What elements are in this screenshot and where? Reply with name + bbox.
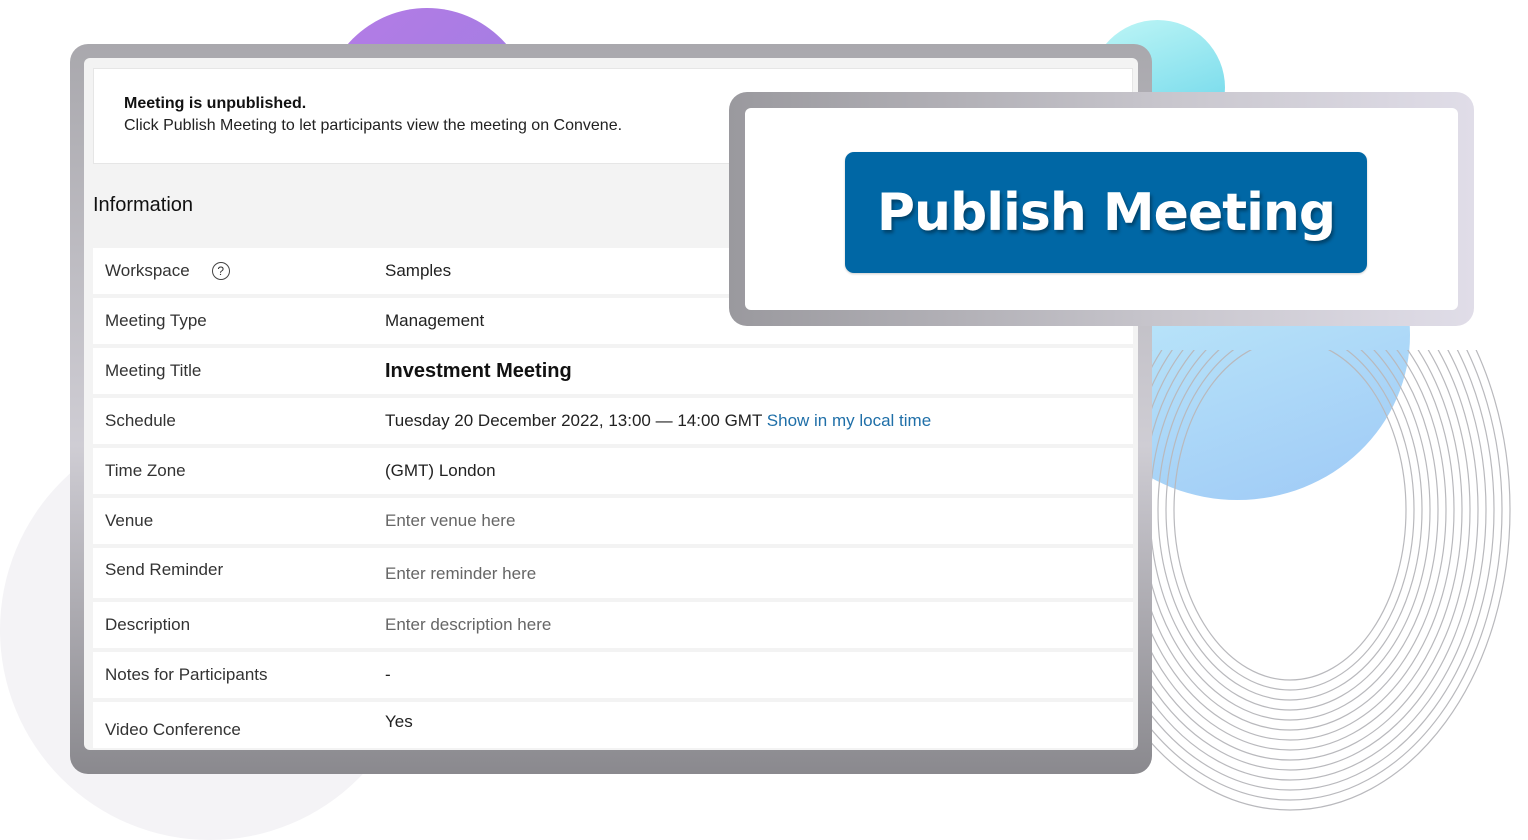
field-value: -: [385, 665, 391, 684]
field-row-meeting-title: Meeting Title Investment Meeting: [93, 348, 1133, 394]
field-label: Send Reminder: [105, 560, 224, 579]
field-label: Time Zone: [105, 461, 186, 480]
field-value: Yes: [385, 712, 413, 731]
field-label: Schedule: [105, 411, 176, 430]
reminder-input[interactable]: Enter reminder here: [385, 564, 536, 584]
field-row-send-reminder: Send Reminder Enter reminder here: [93, 548, 1133, 598]
field-value: (GMT) London: [385, 461, 496, 480]
schedule-value: Tuesday 20 December 2022, 13:00 — 14:00 …: [385, 411, 763, 430]
question-circle-icon[interactable]: ?: [211, 262, 230, 280]
field-row-schedule: Schedule Tuesday 20 December 2022, 13:00…: [93, 398, 1133, 444]
field-label: Meeting Type: [105, 311, 207, 330]
show-local-time-link[interactable]: Show in my local time: [767, 411, 931, 430]
field-row-venue: Venue Enter venue here: [93, 498, 1133, 544]
field-label: Notes for Participants: [105, 665, 268, 684]
publish-callout-frame: Publish Meeting: [729, 92, 1474, 326]
field-row-video-conference: Video Conference Yes: [93, 702, 1133, 748]
field-value: Samples: [385, 261, 452, 280]
publish-meeting-button[interactable]: Publish Meeting: [845, 152, 1367, 273]
field-label: Workspace ?: [105, 261, 230, 281]
field-label: Meeting Title: [105, 361, 202, 380]
field-row-description: Description Enter description here: [93, 602, 1133, 648]
field-value: Management: [385, 311, 485, 330]
field-label-text: Workspace: [105, 261, 190, 280]
field-label: Venue: [105, 511, 154, 530]
description-input[interactable]: Enter description here: [385, 615, 551, 635]
field-label: Video Conference: [105, 720, 241, 739]
meeting-title-value: Investment Meeting: [385, 359, 572, 382]
publish-callout-panel: Publish Meeting: [745, 108, 1458, 310]
field-row-notes-for-participants: Notes for Participants -: [93, 652, 1133, 698]
section-heading-information: Information: [93, 194, 194, 216]
field-value: Tuesday 20 December 2022, 13:00 — 14:00 …: [385, 411, 931, 431]
venue-input[interactable]: Enter venue here: [385, 511, 515, 531]
field-row-time-zone: Time Zone (GMT) London: [93, 448, 1133, 494]
field-label: Description: [105, 615, 191, 634]
